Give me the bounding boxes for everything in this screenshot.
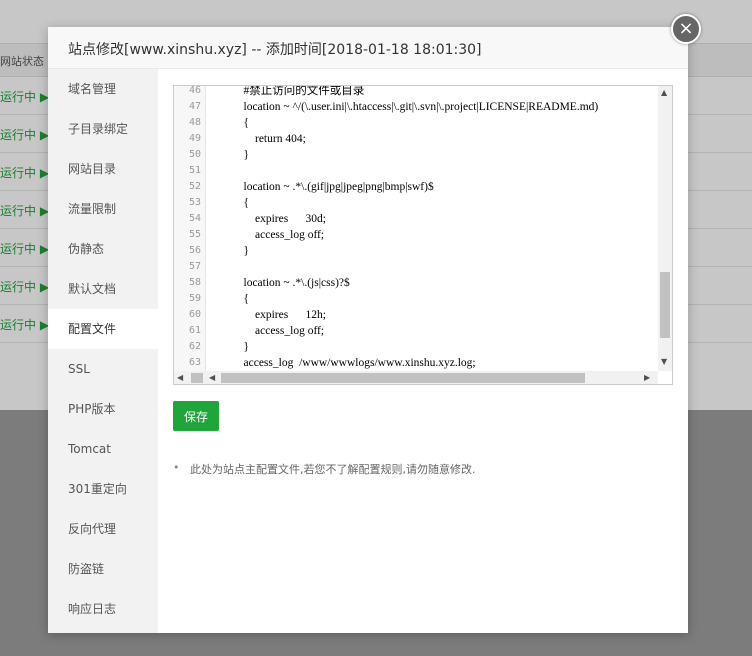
line-number: 61 (188, 325, 201, 336)
scroll-left-arrow-icon[interactable]: ◀ (209, 373, 215, 383)
code-line: return 404; (232, 133, 306, 145)
line-number: 54 (188, 213, 201, 224)
vertical-scroll-thumb[interactable] (660, 272, 670, 338)
line-number: 48 (188, 117, 201, 128)
line-number: 59 (188, 293, 201, 304)
sidebar-item-reverse-proxy[interactable]: 反向代理 (48, 509, 158, 549)
code-line: } (232, 245, 250, 257)
bullet-icon: • (173, 461, 180, 474)
horizontal-scroll-segment (191, 373, 203, 383)
code-line: } (232, 341, 250, 353)
line-number: 49 (188, 133, 201, 144)
sidebar-item-tomcat[interactable]: Tomcat (48, 429, 158, 469)
code-line: } (232, 149, 250, 161)
horizontal-scrollbar[interactable]: ◀ ◀ ▶ (174, 371, 658, 384)
code-line: location ~ .*\.(gif|jpg|jpeg|png|bmp|swf… (232, 181, 434, 193)
line-number: 53 (188, 197, 201, 208)
code-line: { (232, 293, 250, 305)
code-line: { (232, 197, 250, 209)
scroll-right-arrow-icon[interactable]: ▶ (644, 373, 650, 383)
sidebar-item-subdirectory[interactable]: 子目录绑定 (48, 109, 158, 149)
sidebar-item-config-file[interactable]: 配置文件 (48, 309, 158, 349)
line-number: 46 (188, 85, 201, 96)
close-icon[interactable]: × (671, 14, 701, 44)
line-number: 63 (188, 357, 201, 368)
code-line: location ~ .*\.(js|css)?$ (232, 277, 350, 289)
vertical-scrollbar[interactable]: ▲ ▼ (658, 86, 672, 371)
line-number: 60 (188, 309, 201, 320)
code-line: #禁止访问的文件或目录 (232, 86, 365, 97)
scroll-left-arrow-icon[interactable]: ◀ (177, 373, 183, 383)
sidebar-item-rewrite[interactable]: 伪静态 (48, 229, 158, 269)
site-edit-modal: 站点修改[www.xinshu.xyz] -- 添加时间[2018-01-18 … (48, 27, 688, 633)
code-line: access_log /www/wwwlogs/www.xinshu.xyz.l… (232, 357, 476, 369)
modal-header: 站点修改[www.xinshu.xyz] -- 添加时间[2018-01-18 … (48, 27, 688, 69)
save-button[interactable]: 保存 (173, 401, 219, 431)
scroll-up-arrow-icon[interactable]: ▲ (661, 88, 667, 98)
sidebar-item-traffic-limit[interactable]: 流量限制 (48, 189, 158, 229)
code-line: location ~ ^/(\.user.ini|\.htaccess|\.gi… (232, 101, 599, 113)
line-number: 62 (188, 341, 201, 352)
sidebar-item-redirect[interactable]: 301重定向 (48, 469, 158, 509)
line-number: 56 (188, 245, 201, 256)
line-number: 47 (188, 101, 201, 112)
horizontal-scroll-thumb[interactable] (221, 373, 585, 383)
sidebar-item-default-doc[interactable]: 默认文档 (48, 269, 158, 309)
scroll-down-arrow-icon[interactable]: ▼ (661, 357, 667, 367)
sidebar-item-hotlink[interactable]: 防盗链 (48, 549, 158, 589)
line-number: 52 (188, 181, 201, 192)
modal-title: 站点修改[www.xinshu.xyz] -- 添加时间[2018-01-18 … (68, 42, 482, 58)
line-number-gutter: 46 47 48 49 50 51 52 53 54 55 56 57 58 5… (174, 86, 206, 371)
code-line: access_log off; (232, 229, 325, 241)
code-line: { (232, 117, 250, 129)
sidebar-item-ssl[interactable]: SSL (48, 349, 158, 389)
sidebar-item-domain[interactable]: 域名管理 (48, 69, 158, 109)
code-line: expires 30d; (232, 213, 326, 225)
line-number: 55 (188, 229, 201, 240)
line-number: 51 (188, 165, 201, 176)
line-number: 58 (188, 277, 201, 288)
sidebar-item-site-directory[interactable]: 网站目录 (48, 149, 158, 189)
line-number: 57 (188, 261, 201, 272)
config-code-editor[interactable]: 46 47 48 49 50 51 52 53 54 55 56 57 58 5… (173, 85, 673, 385)
code-line: expires 12h; (232, 309, 326, 321)
code-text-area[interactable]: #禁止访问的文件或目录 location ~ ^/(\.user.ini|\.h… (206, 86, 658, 371)
line-number: 50 (188, 149, 201, 160)
modal-sidebar: 域名管理 子目录绑定 网站目录 流量限制 伪静态 默认文档 配置文件 SSL P… (48, 69, 158, 633)
sidebar-item-response-log[interactable]: 响应日志 (48, 589, 158, 629)
code-line: access_log off; (232, 325, 325, 337)
sidebar-item-php-version[interactable]: PHP版本 (48, 389, 158, 429)
note-text: 此处为站点主配置文件,若您不了解配置规则,请勿随意修改. (190, 463, 476, 476)
